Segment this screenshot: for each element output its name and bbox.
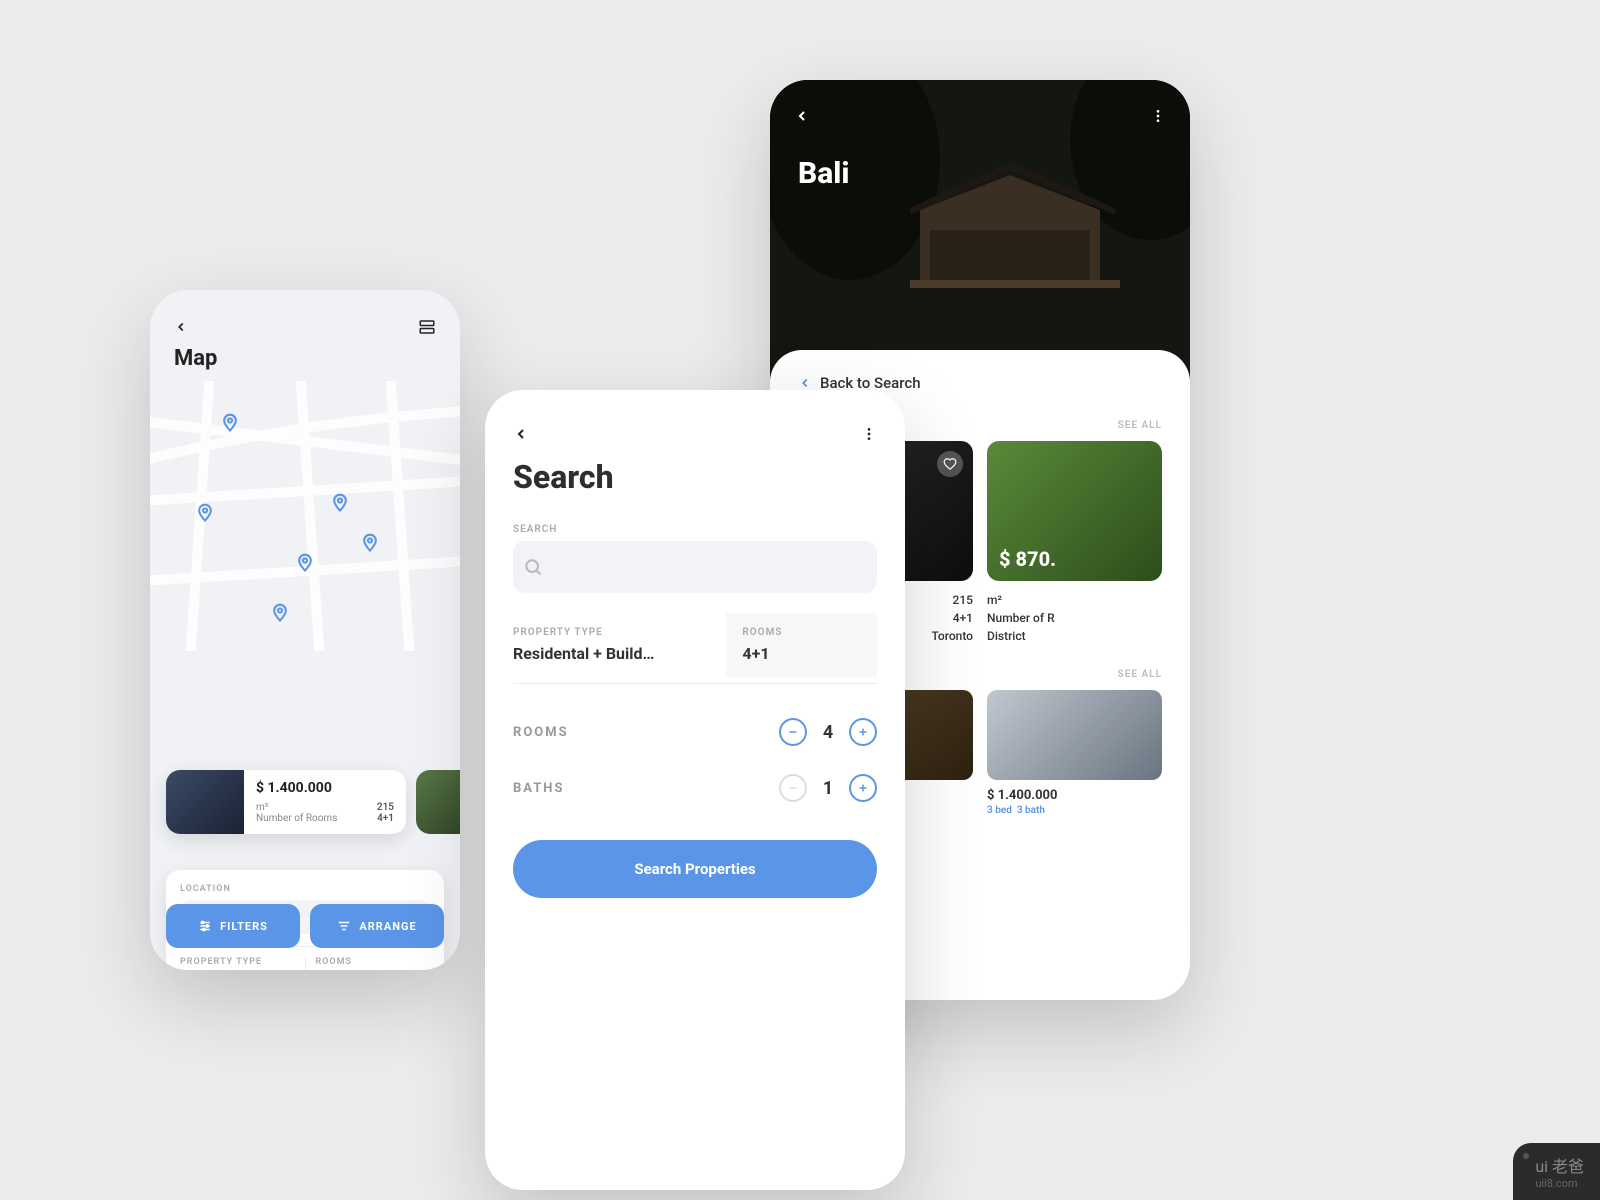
rooms-field-value: 4+1 [742,644,861,663]
map-title: Map [150,346,460,381]
watermark-url: uii8.com [1535,1177,1584,1190]
divider [513,683,877,684]
back-icon[interactable] [513,426,529,442]
watermark: ui 老爸 uii8.com [1513,1143,1600,1200]
bath-meta: 3 bath [1017,805,1045,816]
search-properties-button[interactable]: Search Properties [513,840,877,898]
map-pin-icon[interactable] [270,601,290,621]
search-topbar [485,390,905,458]
baths-stepper: BATHS 1 [513,760,877,816]
arrange-label: ARRANGE [359,920,416,933]
property-type-value: Residental + Build… [513,644,726,663]
rooms-stepper-label: ROOMS [513,725,569,740]
area-value: 215 [377,802,394,813]
search-input[interactable] [513,541,877,593]
filters-label: FILTERS [220,920,268,933]
type-rooms-row: PROPERTY TYPE Residental + Build… ROOMS … [513,613,877,677]
small-card-price: $ 1.400.000 [987,788,1162,803]
back-icon[interactable] [794,108,810,124]
rooms-label: Number of Rooms [256,813,337,824]
map-action-row: FILTERS ARRANGE [166,904,444,948]
featured-image: $ 870. [987,441,1162,581]
bed-meta: 3 bed [987,805,1012,816]
arrange-button[interactable]: ARRANGE [310,904,444,948]
search-icon [523,557,543,577]
property-card[interactable]: $ 1.400.000 m² 215 Number of Rooms 4+1 [166,770,406,834]
map-screen: Map $ 1.400.000 m² 215 Number of Rooms 4+1 [150,290,460,970]
property-card-strip[interactable]: $ 1.400.000 m² 215 Number of Rooms 4+1 [166,770,460,834]
hero-illustration [770,80,1190,380]
rooms-value: 4+1 [377,813,394,824]
featured-card[interactable]: $ 870. m² Number of R District [987,441,1162,645]
more-icon[interactable] [1150,108,1166,124]
filters-button[interactable]: FILTERS [166,904,300,948]
property-type-field[interactable]: PROPERTY TYPE Residental + Build… [180,957,306,970]
rooms-label: Number of R [987,611,1055,625]
property-type-label: PROPERTY TYPE [180,957,295,967]
favorite-icon[interactable] [937,451,963,477]
sliders-icon [198,919,212,933]
map-topbar [150,290,460,346]
search-title: Search [485,458,905,524]
area-label: m² [987,593,1002,607]
baths-stepper-value: 1 [821,778,835,799]
featured-price: $ 870. [999,547,1056,571]
property-card-peek[interactable] [416,770,460,834]
hero-image: Bali [770,80,1190,380]
property-price: $ 1.400.000 [256,780,394,796]
rooms-minus-button[interactable] [779,718,807,746]
rooms-field[interactable]: ROOMS 4+1 [306,957,431,970]
rooms-value: 4+1 [953,611,973,625]
back-icon[interactable] [174,320,188,334]
property-type-label: PROPERTY TYPE [513,627,726,638]
baths-minus-button[interactable] [779,774,807,802]
sort-icon [337,919,351,933]
district-value: Toronto [931,629,973,643]
location-label: LOCATION [180,884,430,894]
more-icon[interactable] [861,426,877,442]
baths-stepper-label: BATHS [513,781,565,796]
rooms-field-label: ROOMS [742,627,861,638]
rooms-stepper: ROOMS 4 [513,704,877,760]
rooms-stepper-value: 4 [821,722,835,743]
chevron-left-icon [798,376,812,390]
cta-label: Search Properties [634,860,755,878]
list-view-icon[interactable] [418,318,436,336]
map-canvas[interactable] [150,381,460,651]
rooms-field[interactable]: ROOMS 4+1 [726,613,877,677]
map-pin-icon[interactable] [295,551,315,571]
property-small-card[interactable]: $ 1.400.000 3 bed 3 bath [987,690,1162,816]
watermark-brand: ui 老爸 [1535,1153,1584,1177]
rooms-label: ROOMS [316,957,431,967]
rooms-plus-button[interactable] [849,718,877,746]
property-type-field[interactable]: PROPERTY TYPE Residental + Build… [513,613,726,677]
baths-plus-button[interactable] [849,774,877,802]
area-label: m² [256,802,268,813]
see-all-link[interactable]: SEE ALL [1118,669,1162,680]
area-value: 215 [953,593,973,607]
small-card-image [987,690,1162,780]
map-pin-icon[interactable] [330,491,350,511]
hero-title: Bali [798,156,849,191]
map-pin-icon[interactable] [195,501,215,521]
property-thumb [166,770,244,834]
district-label: District [987,629,1026,643]
search-screen: Search SEARCH PROPERTY TYPE Residental +… [485,390,905,1190]
map-pin-icon[interactable] [220,411,240,431]
search-label: SEARCH [513,524,877,535]
map-pin-icon[interactable] [360,531,380,551]
